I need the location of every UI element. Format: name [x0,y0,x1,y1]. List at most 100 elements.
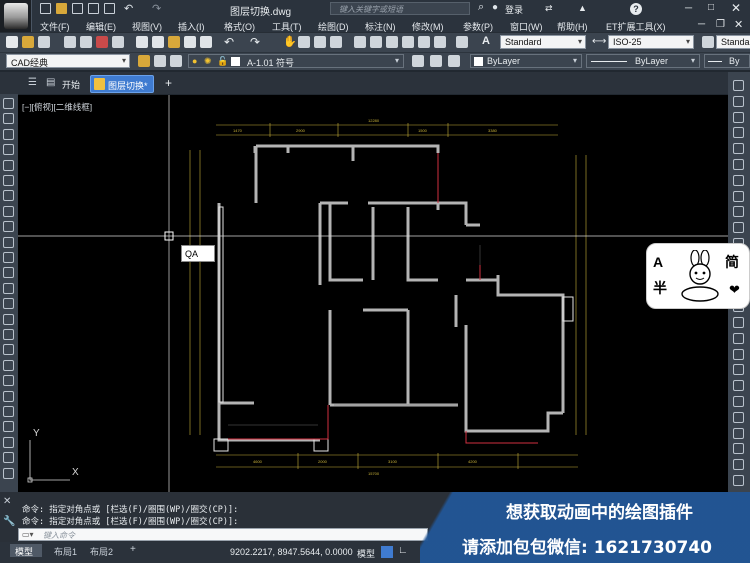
tool-palettes-icon[interactable] [386,36,398,48]
rectangle-icon[interactable] [3,159,14,171]
blend-icon[interactable] [733,332,744,344]
exchange-icon[interactable]: ⇄ [545,3,553,14]
make-current-icon[interactable] [412,55,424,67]
sheet-set-icon[interactable] [402,36,414,48]
layer-walk-icon[interactable] [170,55,182,67]
edit-hatch-icon[interactable] [733,427,744,439]
ellipse-arc-icon[interactable] [3,252,14,263]
stretch-icon[interactable] [733,206,744,218]
save-as-icon[interactable] [88,3,99,14]
copy-object-icon[interactable] [733,95,744,107]
undo-toolbar-icon[interactable]: ↶ [224,35,234,49]
tab-layout2[interactable]: 布局2 [90,545,113,558]
add-layout-button[interactable]: + [130,544,136,555]
table-icon[interactable] [3,359,14,371]
region-icon[interactable] [3,344,14,356]
preview-icon[interactable] [80,36,92,48]
insert-block-icon[interactable] [3,267,14,279]
publish-icon[interactable] [96,36,108,48]
command-settings-icon[interactable]: 🔧 [3,516,15,527]
tab-active-drawing[interactable]: 图层切换* [90,75,154,93]
zoom-previous-icon[interactable] [330,36,342,48]
minimize-button[interactable]: ─ [685,3,692,14]
maximize-button[interactable]: □ [708,2,714,13]
mirror-icon[interactable] [733,111,744,123]
tab-model[interactable]: 模型 [10,544,42,557]
doc-close-button[interactable]: ✕ [734,18,743,31]
zoom-window-icon[interactable] [314,36,326,48]
markup-icon[interactable] [418,36,430,48]
add-tab-button[interactable]: + [165,76,172,90]
design-center-icon[interactable] [370,36,382,48]
help-toolbar-icon[interactable] [456,36,468,48]
wblock-icon[interactable] [3,406,14,417]
text-icon[interactable] [3,467,14,479]
zoom-realtime-icon[interactable] [298,36,310,48]
fillet-icon[interactable] [733,317,744,328]
undo-icon[interactable]: ↶ [124,2,133,15]
calculator-icon[interactable] [434,36,446,48]
user-icon[interactable]: ● [492,2,498,13]
close-button[interactable]: ✕ [731,1,741,15]
redo-toolbar-icon[interactable]: ↷ [250,35,260,49]
edit-text-icon[interactable] [733,459,744,471]
tab-layout1[interactable]: 布局1 [54,545,77,558]
tab-start[interactable]: 开始 [62,78,80,91]
donut-icon[interactable] [3,452,14,464]
doc-restore-button[interactable]: ❐ [716,19,725,30]
edit-polyline-icon[interactable] [733,396,744,407]
gradient-icon[interactable] [3,329,14,340]
block-editor-icon[interactable] [200,36,212,48]
properties-panel-icon[interactable] [733,475,744,486]
polygon-icon[interactable] [3,144,14,156]
divide-icon[interactable] [3,436,14,448]
paste-icon[interactable] [168,36,180,48]
layer-select[interactable]: ● ✺ 🔓 A-1.01 符号 ▾ [188,54,404,68]
login-link[interactable]: 登录 [505,3,523,16]
command-input[interactable]: 键入命令 [43,530,75,541]
lineweight-select[interactable]: By [704,54,750,68]
model-space-toggle[interactable]: 模型 [357,547,375,560]
cube-icon[interactable] [112,36,124,48]
linetype-select[interactable]: ByLayer ▾ [586,54,700,68]
a360-icon[interactable]: ▲ [578,3,587,13]
open-icon[interactable] [22,36,34,48]
rotate-icon[interactable] [733,174,744,186]
edit-array-icon[interactable] [733,443,744,455]
revision-cloud-icon[interactable] [3,205,14,217]
grid-icon[interactable] [381,546,393,558]
lengthen-icon[interactable] [733,380,744,392]
explode-icon[interactable] [733,348,744,360]
offset-icon[interactable] [733,127,744,139]
copy-icon[interactable] [152,36,164,48]
new-icon[interactable] [6,36,18,48]
array-icon[interactable] [733,143,744,155]
table-style-select[interactable]: Standa [716,35,750,49]
search-box[interactable]: 键入关键字或短语 [330,2,470,15]
layer-state-icon[interactable] [154,55,166,67]
point-icon[interactable] [3,298,14,310]
spline-icon[interactable] [3,221,14,233]
hatch-icon[interactable] [3,313,14,325]
menu-icon[interactable]: ☰ [28,77,37,88]
scale-icon[interactable] [733,190,744,202]
circle-icon[interactable] [3,190,14,202]
align-icon[interactable] [733,364,744,376]
measure-icon[interactable] [3,421,14,433]
print-icon[interactable] [104,3,115,14]
dim-style-select[interactable]: ISO-25 ▾ [608,35,694,49]
command-close-icon[interactable]: ✕ [3,496,11,507]
color-select[interactable]: ByLayer ▾ [470,54,582,68]
trim-icon[interactable] [733,222,744,234]
edit-spline-icon[interactable] [733,411,744,423]
properties-icon[interactable] [354,36,366,48]
text-style-select[interactable]: Standard ▾ [500,35,586,49]
move-icon[interactable] [733,159,744,170]
snap-icon[interactable]: ∟ [398,545,408,556]
polyline-icon[interactable] [3,128,14,140]
open-folder-icon[interactable] [56,3,67,14]
binoculars-icon[interactable]: ⌕ [478,1,484,14]
erase-icon[interactable] [733,80,744,91]
add-selected-icon[interactable] [3,390,14,402]
save-toolbar-icon[interactable] [38,36,50,48]
